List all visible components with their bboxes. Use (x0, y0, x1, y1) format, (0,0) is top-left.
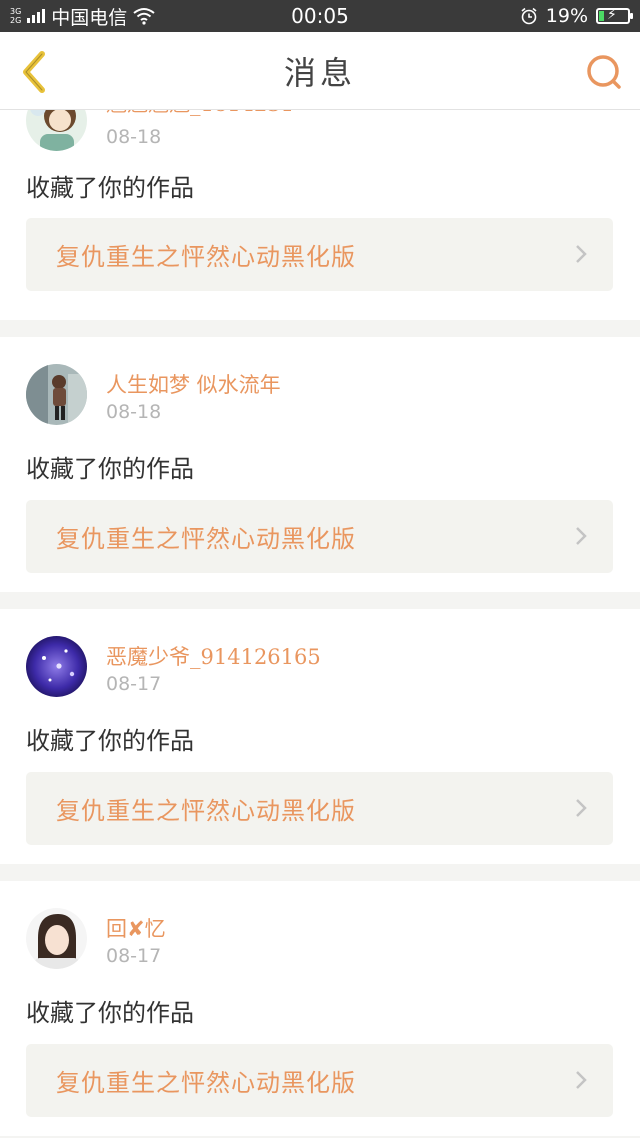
work-title: 复仇重生之怦然心动黑化版 (56, 243, 356, 271)
work-title: 复仇重生之怦然心动黑化版 (56, 525, 356, 553)
message-action: 收藏了你的作品 (26, 727, 194, 755)
battery-icon: ⚡ (596, 7, 633, 24)
page-title: 消息 (283, 53, 356, 92)
message-date: 08-17 (106, 945, 162, 967)
alarm-icon (521, 7, 537, 25)
work-link[interactable]: 复仇重生之怦然心动黑化版 (26, 772, 613, 845)
message-card: 人生如梦 似水流年 08-18 收藏了你的作品 复仇重生之怦然心动黑化版 (0, 337, 640, 592)
header-bar: 消息 (0, 32, 640, 110)
status-left: 3G 2G 中国电信 (10, 3, 520, 30)
signal-icon (27, 9, 46, 23)
battery-level (599, 11, 605, 21)
chevron-right-icon (576, 527, 587, 545)
avatar[interactable] (26, 110, 87, 151)
battery-percent: 19% (545, 5, 588, 27)
message-date: 08-18 (106, 401, 162, 423)
network-2g: 2G (10, 16, 22, 25)
message-date: 08-18 (106, 126, 162, 148)
network-3g: 3G (10, 7, 22, 16)
work-link[interactable]: 复仇重生之怦然心动黑化版 (26, 1044, 613, 1117)
user-name[interactable]: 人生如梦 似水流年 (106, 369, 281, 399)
avatar[interactable] (26, 364, 87, 425)
work-link[interactable]: 复仇重生之怦然心动黑化版 (26, 218, 613, 291)
search-icon[interactable] (584, 52, 624, 92)
avatar[interactable] (26, 636, 87, 697)
chevron-right-icon (576, 245, 587, 263)
message-action: 收藏了你的作品 (26, 174, 194, 202)
chevron-right-icon (576, 799, 587, 817)
status-right: 19% ⚡ (520, 5, 633, 27)
network-type: 3G 2G (10, 7, 21, 25)
wifi-icon (133, 8, 155, 25)
charging-icon: ⚡ (607, 7, 617, 23)
status-bar: 3G 2G 中国电信 00:05 19% ⚡ (0, 0, 640, 32)
chevron-left-icon[interactable] (16, 50, 56, 94)
work-title: 复仇重生之怦然心动黑化版 (56, 1069, 356, 1097)
message-action: 收藏了你的作品 (26, 455, 194, 483)
message-list[interactable]: 魍魉魍魉_1814231 08-18 收藏了你的作品 复仇重生之怦然心动黑化版 … (0, 110, 640, 1138)
user-name[interactable]: 回✘忆 (106, 913, 166, 943)
chevron-right-icon (576, 1071, 587, 1089)
avatar[interactable] (26, 908, 87, 969)
work-title: 复仇重生之怦然心动黑化版 (56, 797, 356, 825)
work-link[interactable]: 复仇重生之怦然心动黑化版 (26, 500, 613, 573)
message-date: 08-17 (106, 673, 162, 695)
message-card: 恶魔少爷_914126165 08-17 收藏了你的作品 复仇重生之怦然心动黑化… (0, 609, 640, 864)
user-name[interactable]: 恶魔少爷_914126165 (106, 641, 321, 671)
carrier-name: 中国电信 (51, 6, 128, 29)
message-card: 魍魉魍魉_1814231 08-18 收藏了你的作品 复仇重生之怦然心动黑化版 (0, 110, 640, 320)
user-name[interactable]: 魍魉魍魉_1814231 (106, 110, 294, 118)
message-card: 回✘忆 08-17 收藏了你的作品 复仇重生之怦然心动黑化版 (0, 881, 640, 1136)
message-action: 收藏了你的作品 (26, 999, 194, 1027)
